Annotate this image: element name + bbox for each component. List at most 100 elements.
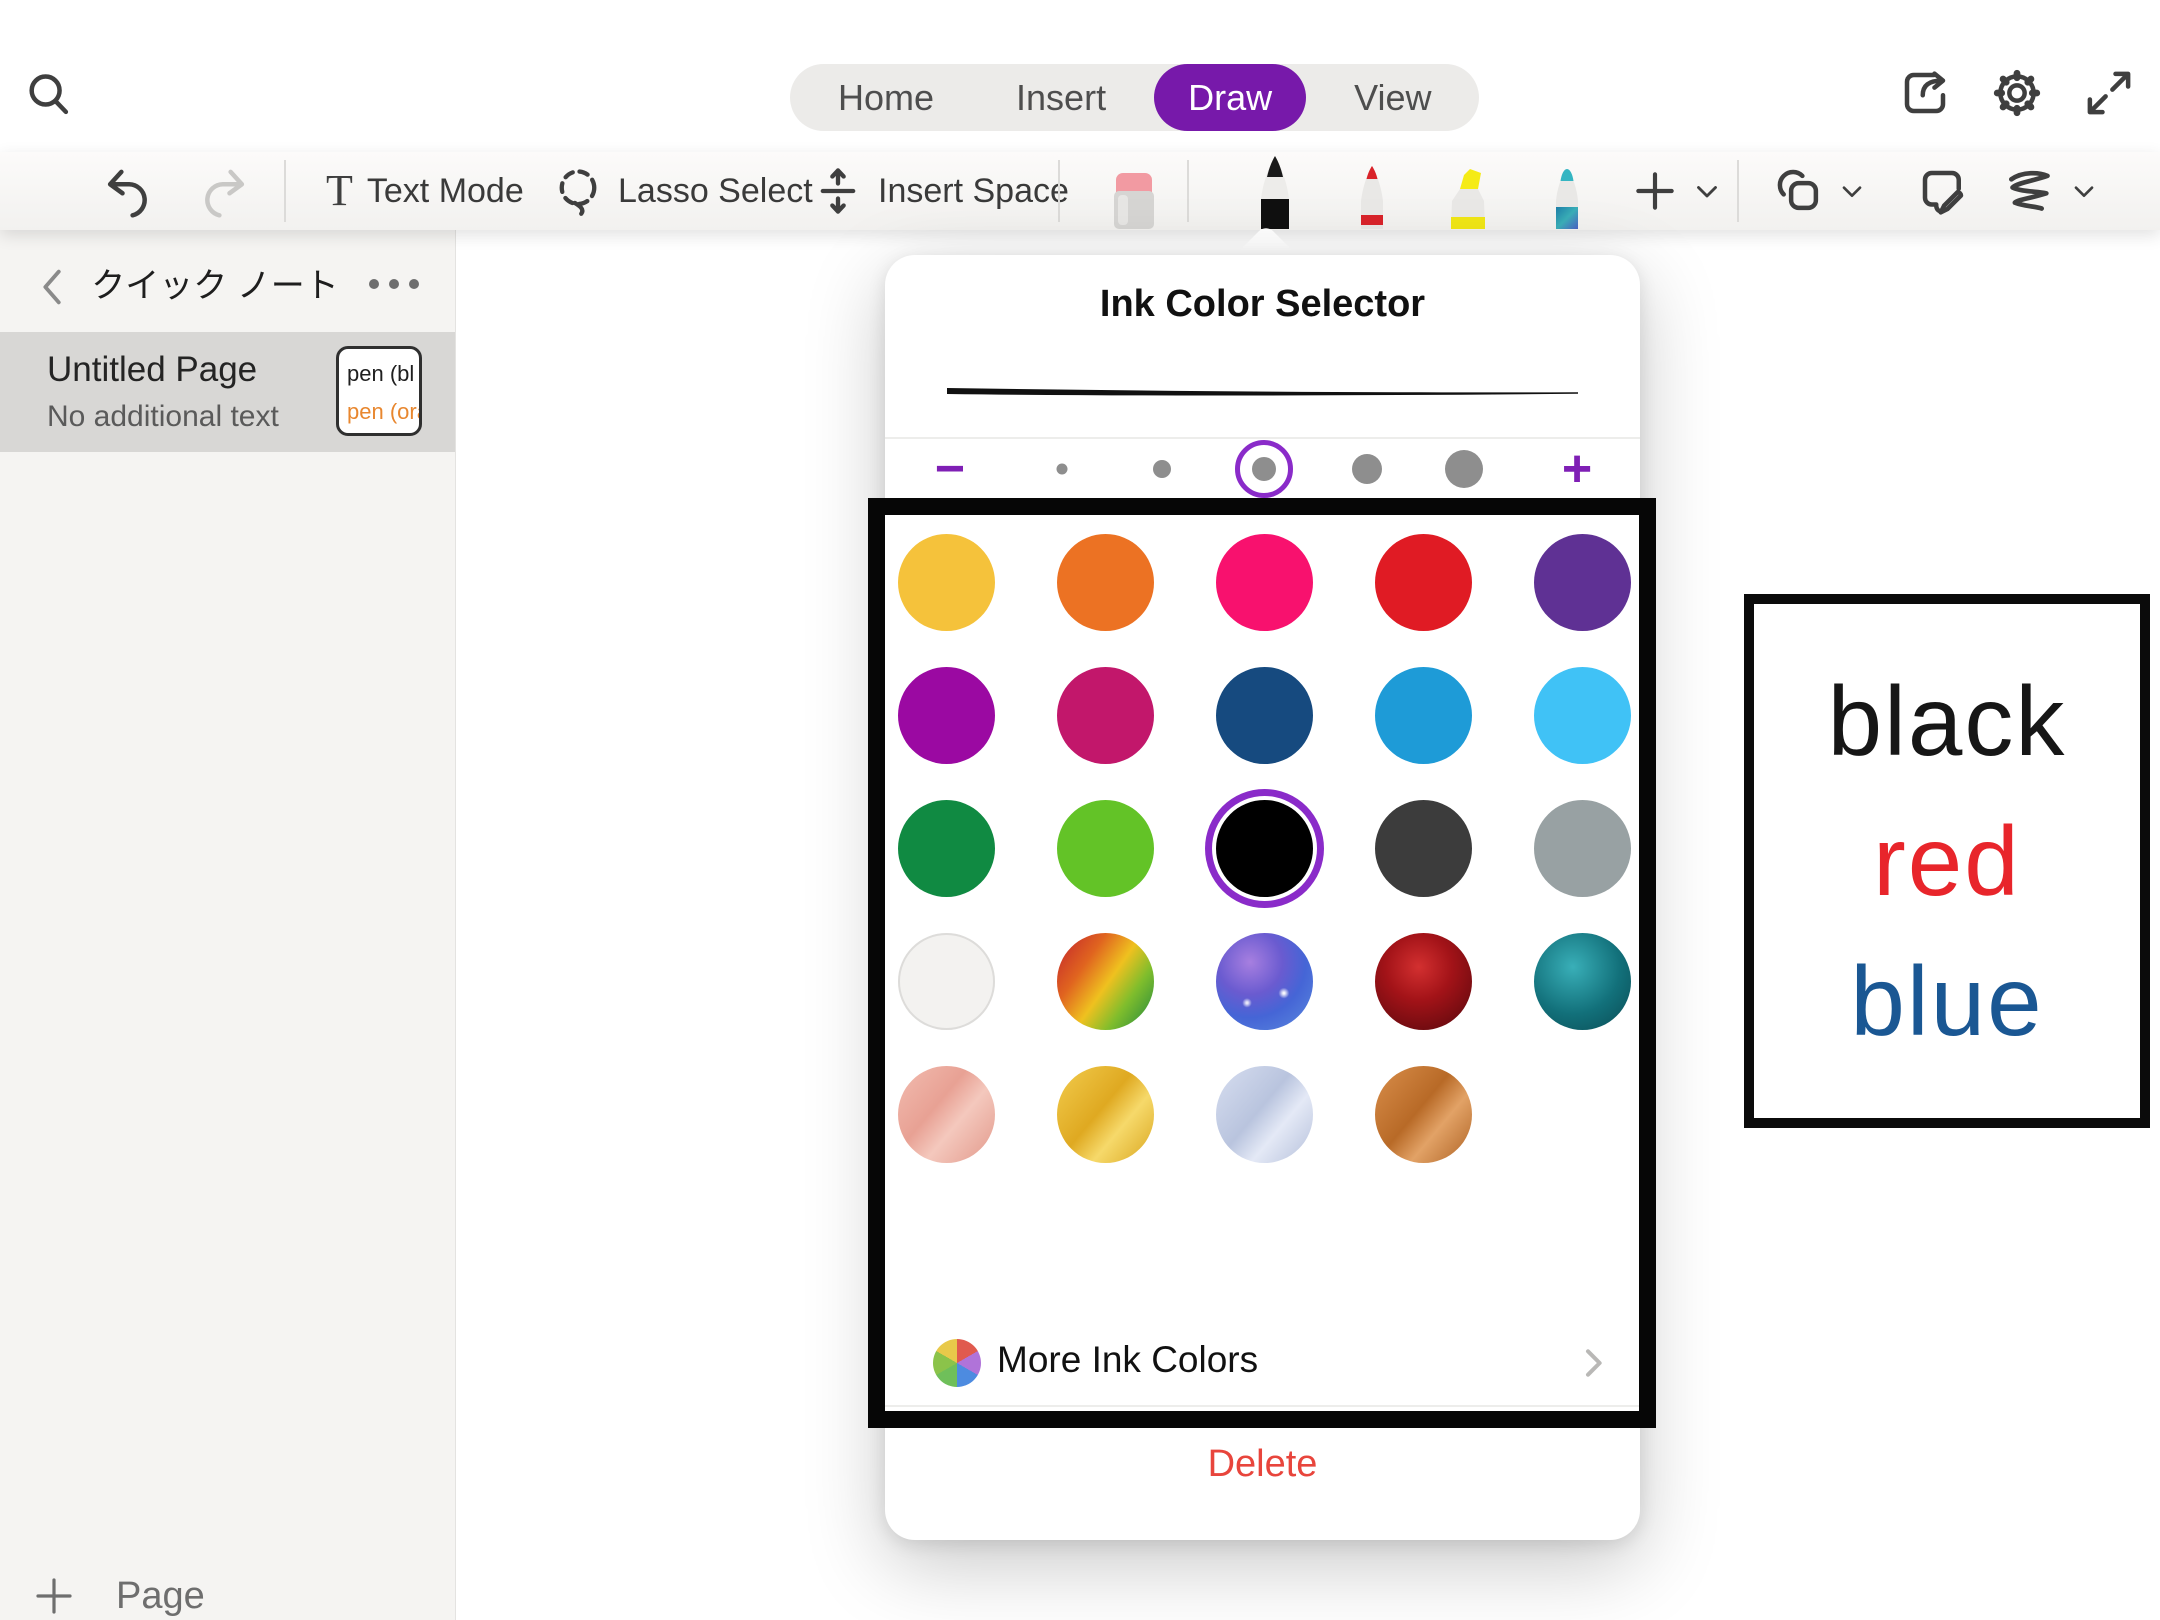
- sidebar: クイック ノート Untitled Page No additional tex…: [0, 230, 456, 1620]
- page-subtitle: No additional text: [47, 400, 279, 434]
- decrease-size-button[interactable]: −: [935, 439, 965, 499]
- ink-word-red: red: [1873, 795, 2021, 927]
- swatch-rainbow-glitter[interactable]: [1057, 933, 1154, 1030]
- share-icon: [1898, 66, 1952, 120]
- plus-icon: [30, 1572, 78, 1620]
- chevron-down-icon: [1690, 174, 1724, 208]
- thumbnail-ink-text: pen (ora: [347, 393, 419, 431]
- stroke-size-dot-2[interactable]: [1153, 460, 1171, 478]
- thumbnail-ink-text: pen (bl: [347, 355, 419, 393]
- swatch-yellow[interactable]: [898, 534, 995, 631]
- swatch-light-blue[interactable]: [1534, 667, 1631, 764]
- ellipsis-icon: [364, 274, 424, 294]
- stroke-size-dot-4[interactable]: [1352, 454, 1382, 484]
- settings-button[interactable]: [1990, 66, 2044, 120]
- section-more-button[interactable]: [364, 274, 424, 294]
- top-bar: HomeInsertDrawView: [0, 0, 2160, 152]
- swatch-green[interactable]: [898, 800, 995, 897]
- plus-icon: [1630, 166, 1680, 216]
- text-mode-icon: T: [326, 169, 353, 213]
- search-button[interactable]: [22, 68, 76, 122]
- ink-drawing-box: blackredblue: [1744, 594, 2150, 1128]
- swatch-light-green[interactable]: [1057, 800, 1154, 897]
- stroke-size-dot-5[interactable]: [1445, 450, 1483, 488]
- swatch-dark-gray[interactable]: [1375, 800, 1472, 897]
- onenote-app: HomeInsertDrawView: [0, 0, 2160, 1620]
- swatch-gray[interactable]: [1534, 800, 1631, 897]
- swatch-bronze[interactable]: [1375, 1066, 1472, 1163]
- tab-view[interactable]: View: [1320, 64, 1465, 131]
- popup-divider: [885, 1405, 1640, 1407]
- page-title: Untitled Page: [47, 350, 257, 390]
- lasso-select-button[interactable]: Lasso Select: [552, 152, 813, 230]
- tab-insert[interactable]: Insert: [982, 64, 1140, 131]
- scribble-icon: [2002, 163, 2058, 219]
- delete-button[interactable]: Delete: [885, 1443, 1640, 1486]
- lasso-label: Lasso Select: [618, 172, 813, 211]
- insert-space-button[interactable]: Insert Space: [812, 152, 1069, 230]
- search-icon: [22, 68, 76, 122]
- lasso-icon: [552, 165, 604, 217]
- text-mode-button[interactable]: T Text Mode: [326, 152, 524, 230]
- shapes-icon: [1772, 164, 1826, 218]
- add-page-button[interactable]: Page: [30, 1572, 205, 1620]
- popup-title: Ink Color Selector: [885, 283, 1640, 326]
- swatch-pink[interactable]: [1216, 534, 1313, 631]
- swatch-silver[interactable]: [1216, 1066, 1313, 1163]
- toolbar-divider: [1737, 160, 1739, 222]
- add-pen-button[interactable]: [1630, 152, 1724, 230]
- redo-button[interactable]: [198, 152, 252, 230]
- insert-space-label: Insert Space: [878, 172, 1069, 211]
- chevron-down-icon: [1836, 175, 1868, 207]
- gear-icon: [1990, 66, 2044, 120]
- more-ink-colors-button[interactable]: More Ink Colors: [885, 1335, 1640, 1391]
- chevron-right-icon: [1573, 1343, 1613, 1383]
- increase-size-button[interactable]: +: [1562, 439, 1592, 499]
- swatch-purple[interactable]: [898, 667, 995, 764]
- tab-draw[interactable]: Draw: [1154, 64, 1306, 131]
- tool-yellow-highlighter[interactable]: [1440, 167, 1496, 229]
- swatch-red[interactable]: [1375, 534, 1472, 631]
- toolbar-divider: [284, 160, 286, 222]
- tool-eraser[interactable]: [1108, 171, 1160, 229]
- swatch-rose-gold[interactable]: [898, 1066, 995, 1163]
- swatch-black[interactable]: [1216, 800, 1313, 897]
- swatch-white[interactable]: [898, 933, 995, 1030]
- text-mode-label: Text Mode: [367, 172, 524, 211]
- tool-black-pen[interactable]: [1247, 155, 1303, 229]
- tool-galaxy-pen[interactable]: [1543, 167, 1591, 229]
- swatch-dark-red-texture[interactable]: [1375, 933, 1472, 1030]
- ink-annotate-button[interactable]: [1916, 152, 1970, 230]
- ink-to-shape-button[interactable]: [2002, 152, 2100, 230]
- stroke-size-dot-3[interactable]: [1252, 457, 1276, 481]
- stroke-preview: [945, 379, 1580, 407]
- shapes-button[interactable]: [1772, 152, 1868, 230]
- add-page-label: Page: [116, 1575, 205, 1618]
- tool-red-pen[interactable]: [1348, 165, 1396, 229]
- insert-space-icon: [812, 165, 864, 217]
- swatch-raspberry[interactable]: [1057, 667, 1154, 764]
- color-wheel-icon: [933, 1339, 981, 1387]
- undo-icon: [100, 164, 154, 218]
- swatch-blue[interactable]: [1375, 667, 1472, 764]
- page-list-item[interactable]: Untitled Page No additional text pen (bl…: [0, 332, 455, 452]
- chevron-down-icon: [2068, 175, 2100, 207]
- tab-home[interactable]: Home: [804, 64, 968, 131]
- topbar-actions: [1898, 66, 2136, 120]
- expand-icon: [2082, 66, 2136, 120]
- swatch-galaxy[interactable]: [1216, 933, 1313, 1030]
- stroke-size-selector: − +: [885, 439, 1640, 499]
- swatch-orange[interactable]: [1057, 534, 1154, 631]
- draw-toolbar: T Text Mode Lasso Select Insert Space: [0, 152, 2160, 230]
- page-thumbnail: pen (blpen (ora: [336, 346, 422, 436]
- share-button[interactable]: [1898, 66, 1952, 120]
- swatch-teal-texture[interactable]: [1534, 933, 1631, 1030]
- undo-button[interactable]: [100, 152, 154, 230]
- swatch-dark-purple[interactable]: [1534, 534, 1631, 631]
- swatch-gold[interactable]: [1057, 1066, 1154, 1163]
- swatch-dark-blue[interactable]: [1216, 667, 1313, 764]
- stroke-size-dot-1[interactable]: [1057, 464, 1068, 475]
- ribbon-tab-bar: HomeInsertDrawView: [790, 64, 1479, 131]
- toolbar-divider: [1187, 160, 1189, 222]
- fullscreen-button[interactable]: [2082, 66, 2136, 120]
